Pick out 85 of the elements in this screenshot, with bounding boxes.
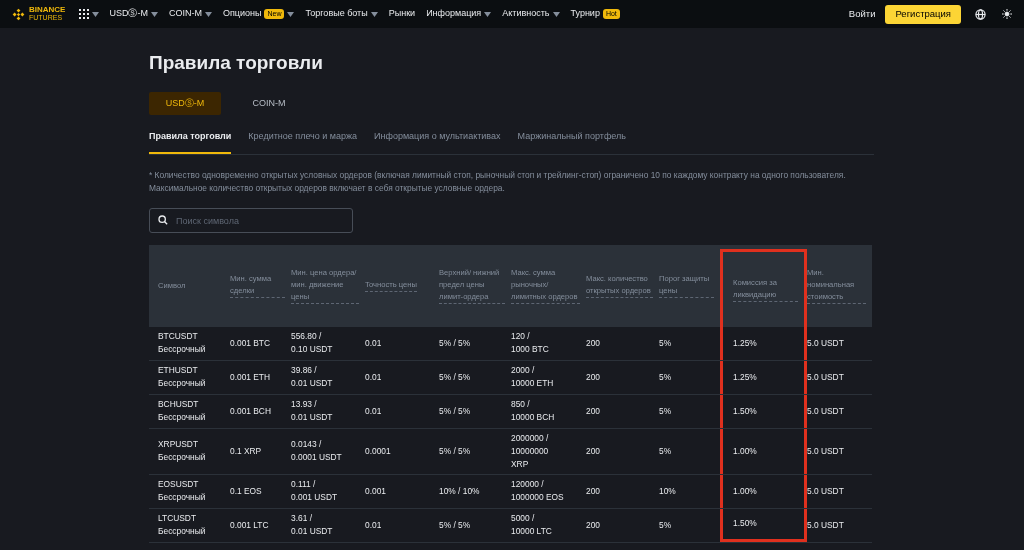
sun-icon[interactable]: [1002, 9, 1012, 19]
table-cell: 850 / 10000 BCH: [511, 398, 555, 424]
table-cell: 200: [586, 404, 600, 418]
table-cell: 1.00%: [733, 444, 757, 458]
table-cell: 5.0 USDT: [807, 484, 844, 498]
table-cell: 3.61 / 0.01 USDT: [291, 512, 333, 538]
table-cell: 5%: [659, 336, 672, 350]
page-title: Правила торговли: [149, 51, 324, 75]
table-cell: 1.25%: [733, 336, 757, 350]
market-tab[interactable]: COIN-M: [233, 92, 305, 115]
table-cell: 0.001 LTC: [230, 518, 269, 532]
apps-menu-button[interactable]: [79, 9, 100, 19]
table-cell: 5%: [659, 404, 672, 418]
table-cell: 5.0 USDT: [807, 444, 844, 458]
table-cell: 5%: [659, 444, 672, 458]
table-cell: 13.93 / 0.01 USDT: [291, 398, 333, 424]
section-tab[interactable]: Маржинальный портфель: [517, 130, 626, 154]
grid-icon: [79, 9, 90, 19]
section-tab[interactable]: Правила торговли: [149, 130, 232, 154]
table-cell: 1.25%: [733, 370, 757, 384]
table-cell: 5%: [659, 518, 672, 532]
table-cell: 10%: [659, 484, 676, 498]
table-cell: 2000 / 10000 ETH: [511, 364, 554, 390]
search-icon: [158, 214, 168, 225]
table-cell: 556.80 / 0.10 USDT: [291, 330, 333, 356]
table-cell: 0.001 BTC: [230, 336, 271, 350]
table-cell: 5% / 5%: [439, 404, 471, 418]
table-cell: 5% / 5%: [439, 444, 471, 458]
login-link[interactable]: Войти: [848, 6, 876, 22]
table-cell: 0.001: [365, 484, 386, 498]
table-cell: 0.01: [365, 404, 382, 418]
nav-menu-item[interactable]: Активность: [502, 7, 560, 21]
logo-text: BINANCE: [29, 6, 66, 14]
table-cell: 2000000 / 10000000 XRP: [511, 431, 549, 471]
table-cell: LTCUSDT Бессрочный: [158, 512, 206, 538]
register-button[interactable]: Регистрация: [885, 4, 961, 24]
table-cell: 5% / 5%: [439, 518, 471, 532]
table-cell: 120 / 1000 BTC: [511, 330, 549, 356]
table-cell: XRPUSDT Бессрочный: [158, 438, 206, 464]
table-cell: 5.0 USDT: [807, 404, 844, 418]
table-cell: 0.01: [365, 518, 382, 532]
table-cell: 200: [586, 370, 600, 384]
nav-menu-item[interactable]: Торговые боты: [305, 7, 378, 21]
table-cell: 1.50%: [733, 404, 757, 418]
nav-menu-item[interactable]: USDⓈ-M: [109, 7, 158, 21]
note-text: * Количество одновременно открытых условных ордеров (включая лимитный стоп, рыночный стоп и трейлинг-стоп) ограничено 10 по каждому контракту на одного пользователя. Максимальное количество открытых ордеров включает в себя открытые условные ордера.: [149, 168, 847, 195]
section-tab[interactable]: Кредитное плечо и маржа: [248, 130, 358, 154]
table-cell: 5.0 USDT: [807, 370, 844, 384]
nav-menu-item[interactable]: COIN-M: [168, 7, 212, 21]
market-tab[interactable]: USDⓈ-M: [149, 92, 221, 115]
table-cell: 200: [586, 336, 600, 350]
table-cell: 5% / 5%: [439, 370, 471, 384]
table-cell: 0.0143 / 0.0001 USDT: [291, 438, 342, 464]
table-cell: 0.001 ETH: [230, 370, 271, 384]
logo-icon: [12, 7, 25, 21]
nav-menu-item[interactable]: Рынки: [388, 7, 416, 21]
table-cell: 0.0001: [365, 444, 391, 458]
globe-icon[interactable]: [975, 8, 986, 20]
table-cell: EOSUSDT Бессрочный: [158, 478, 206, 504]
table-cell: 200: [586, 444, 600, 458]
section-tab[interactable]: Информация о мультиактивах: [374, 130, 501, 154]
table-cell: 0.001 BCH: [230, 404, 271, 418]
table-cell: 5000 / 10000 LTC: [511, 512, 552, 538]
table-cell: 1.50%: [733, 517, 757, 530]
table-cell: 5% / 5%: [439, 336, 471, 350]
table-cell: 0.111 / 0.001 USDT: [291, 478, 338, 504]
table-cell: 0.1 XRP: [230, 444, 262, 458]
table-cell: ETHUSDT Бессрочный: [158, 364, 206, 390]
table-cell: 5.0 USDT: [807, 336, 844, 350]
table-cell: BTCUSDT Бессрочный: [158, 330, 206, 356]
table-cell: 0.1 EOS: [230, 484, 262, 498]
caret-icon: [92, 11, 100, 17]
search-field[interactable]: Поиск символа: [149, 208, 353, 233]
table-cell: 5%: [659, 370, 672, 384]
table-cell: 200: [586, 518, 600, 532]
table-cell: 5.0 USDT: [807, 518, 844, 532]
table-cell: 0.01: [365, 336, 382, 350]
table-cell: 200: [586, 484, 600, 498]
table-cell: 1.00%: [733, 484, 757, 498]
table-cell: BCHUSDT Бессрочный: [158, 398, 206, 424]
table-cell: 120000 / 1000000 EOS: [511, 478, 564, 504]
table-cell: 10% / 10%: [439, 484, 480, 498]
table-cell: 39.86 / 0.01 USDT: [291, 364, 333, 390]
nav-menu-item[interactable]: Информация: [426, 7, 492, 21]
table-cell: 0.01: [365, 370, 382, 384]
